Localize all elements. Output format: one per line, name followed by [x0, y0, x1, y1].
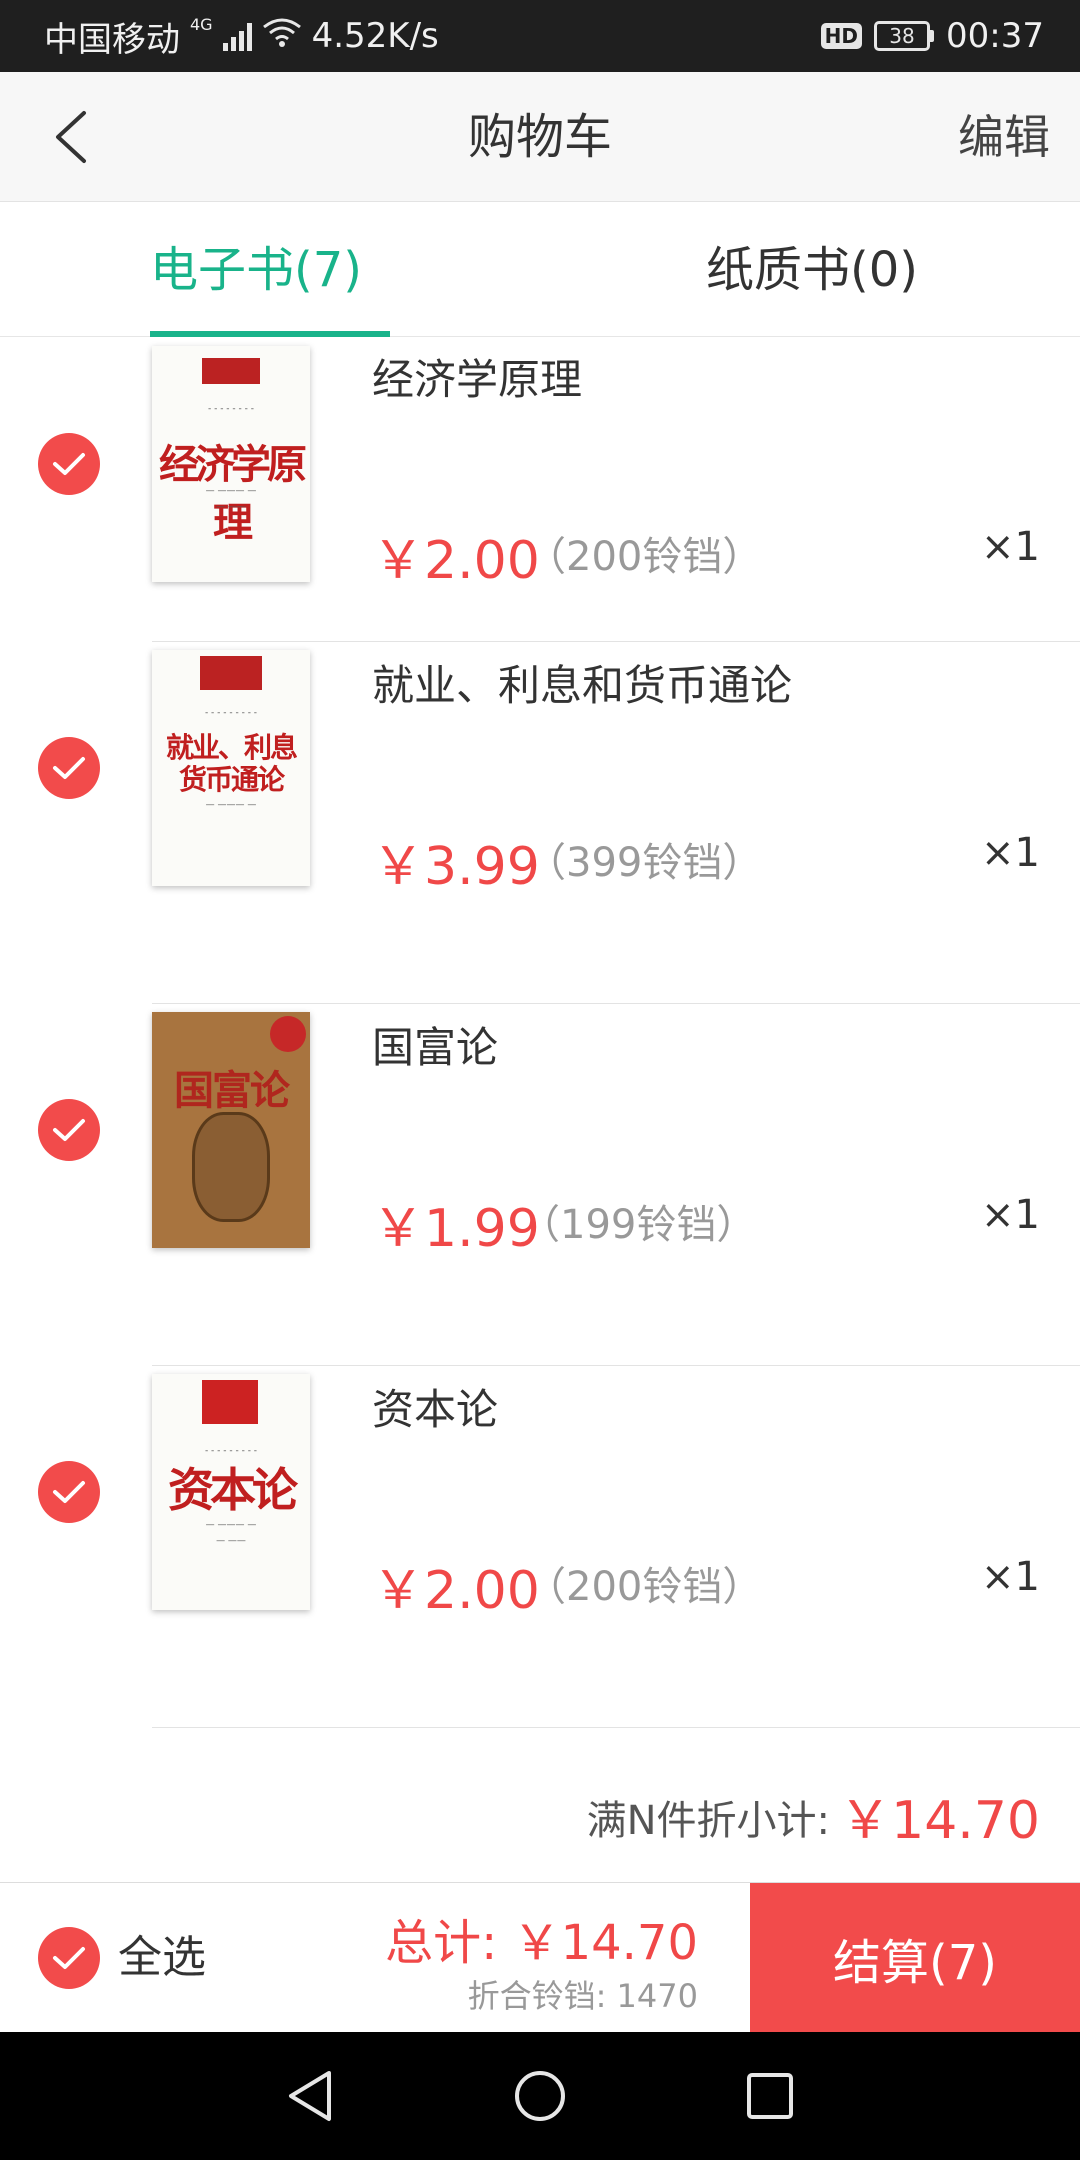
item-checkbox[interactable] — [38, 1099, 100, 1161]
book-title[interactable]: 国富论 — [372, 1014, 498, 1075]
book-title[interactable]: 就业、利息和货币通论 — [372, 652, 792, 713]
status-bar: 中国移动 4G 4.52K/s HD 38 00:37 — [0, 0, 1080, 72]
book-price: ￥2.00 — [372, 1561, 540, 1621]
cart-item: - - - - - - - - 经济学原理 — ——— — — —— 经济学原理… — [0, 338, 1080, 642]
book-price: ￥3.99 — [372, 837, 540, 897]
coin-total: 折合铃铛: 1470 — [467, 1977, 698, 2015]
network-speed: 4.52K/s — [311, 16, 439, 56]
subtotal-row: 满N件折小计: ￥14.70 — [0, 1740, 1080, 1880]
cart-item: - - - - - - - - - 就业、利息 货币通论 — ——— — 就业、… — [0, 642, 1080, 1004]
clock: 00:37 — [946, 16, 1044, 56]
check-icon — [53, 757, 85, 779]
check-icon — [53, 1481, 85, 1503]
select-all-checkbox[interactable] — [38, 1927, 100, 1989]
network-type: 4G — [190, 14, 213, 34]
hd-icon: HD — [820, 23, 863, 49]
book-coins: （200铃铛） — [526, 1564, 763, 1610]
battery-icon: 38 — [874, 21, 935, 51]
chevron-left-icon — [56, 111, 86, 163]
book-title[interactable]: 资本论 — [372, 1376, 498, 1437]
book-quantity: ×1 — [981, 1554, 1040, 1600]
tab-ebooks[interactable]: 电子书(7) — [150, 203, 362, 337]
check-icon — [53, 453, 85, 475]
battery-level: 38 — [874, 21, 931, 51]
check-icon — [53, 1947, 85, 1969]
nav-bar: 购物车 编辑 — [0, 72, 1080, 202]
cart-list: - - - - - - - - 经济学原理 — ——— — — —— 经济学原理… — [0, 338, 1080, 1728]
cart-item: 国富论 国富论 ￥1.99 （199铃铛） ×1 — [0, 1004, 1080, 1366]
edit-button[interactable]: 编辑 — [958, 72, 1050, 202]
check-icon — [53, 1119, 85, 1141]
subtotal-label: 满N件折小计: — [586, 1798, 830, 1844]
checkout-bar: 全选 总计: ￥14.70 折合铃铛: 1470 结算(7) — [0, 1882, 1080, 2033]
select-all-label[interactable]: 全选 — [118, 1927, 206, 1989]
active-tab-indicator — [150, 331, 390, 337]
checkout-button[interactable]: 结算(7) — [750, 1883, 1080, 2033]
item-checkbox[interactable] — [38, 737, 100, 799]
carrier-label: 中国移动 — [44, 19, 180, 60]
book-coins: （200铃铛） — [526, 534, 763, 580]
book-price: ￥2.00 — [372, 531, 540, 591]
back-button[interactable] — [30, 97, 110, 177]
tab-paper-books[interactable]: 纸质书(0) — [706, 203, 918, 337]
total-price: 总计: ￥14.70 — [385, 1915, 698, 1971]
book-title[interactable]: 经济学原理 — [372, 346, 582, 407]
book-cover[interactable]: 国富论 — [152, 1012, 310, 1248]
signal-icon — [222, 21, 252, 51]
book-cover[interactable]: - - - - - - - - - 资本论 — ——— — — —— — [152, 1374, 310, 1610]
book-quantity: ×1 — [981, 524, 1040, 570]
item-checkbox[interactable] — [38, 1461, 100, 1523]
back-triangle-icon[interactable] — [280, 2066, 340, 2126]
book-cover[interactable]: - - - - - - - - 经济学原理 — ——— — — —— — [152, 346, 310, 582]
tab-bar: 电子书(7) 纸质书(0) — [0, 203, 1080, 337]
recents-square-icon[interactable] — [740, 2066, 800, 2126]
book-price: ￥1.99 — [372, 1199, 540, 1259]
book-quantity: ×1 — [981, 1192, 1040, 1238]
book-coins: （199铃铛） — [520, 1202, 757, 1248]
book-cover[interactable]: - - - - - - - - - 就业、利息 货币通论 — ——— — — [152, 650, 310, 886]
subtotal-value: ￥14.70 — [839, 1791, 1040, 1851]
book-quantity: ×1 — [981, 830, 1040, 876]
wifi-icon — [262, 16, 302, 56]
home-circle-icon[interactable] — [510, 2066, 570, 2126]
item-checkbox[interactable] — [38, 433, 100, 495]
page-title: 购物车 — [467, 109, 612, 165]
book-coins: （399铃铛） — [526, 840, 763, 886]
system-nav-bar — [0, 2032, 1080, 2160]
divider — [152, 1727, 1080, 1728]
cart-item: - - - - - - - - - 资本论 — ——— — — —— 资本论 ￥… — [0, 1366, 1080, 1728]
